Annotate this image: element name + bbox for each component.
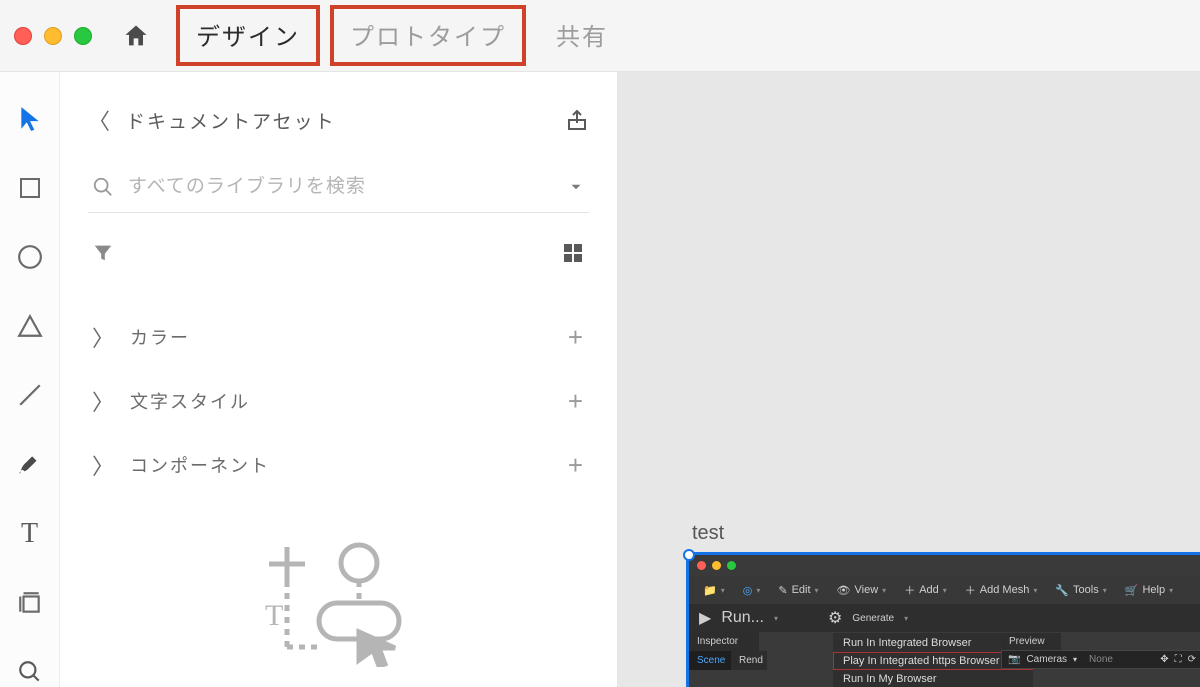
embedded-cameras-label: Cameras [1026, 654, 1067, 665]
section-component[interactable]: 〉コンポーネント + [88, 433, 589, 497]
chevron-down-icon[interactable]: ▾ [904, 614, 908, 623]
close-window-button[interactable] [14, 27, 32, 45]
share-icon[interactable] [565, 108, 589, 132]
home-icon[interactable] [122, 22, 150, 50]
search-icon [92, 176, 114, 198]
select-tool[interactable] [15, 104, 45, 133]
embedded-cameras-none: None [1089, 654, 1113, 665]
embedded-toolbar: 📁▾ ◎▾ ✎ Edit ▾ 👁 View ▾ ＋ Add ▾ ＋ Add Me… [689, 576, 1200, 604]
rectangle-tool[interactable] [15, 173, 45, 202]
search-input[interactable] [128, 176, 567, 198]
embedded-target-menu[interactable]: ◎▾ [735, 584, 769, 597]
chevron-down-icon: ▾ [1073, 655, 1077, 664]
tab-share[interactable]: 共有 [538, 7, 626, 64]
mode-tabs: デザイン プロトタイプ 共有 [178, 7, 626, 64]
minimize-window-button[interactable] [44, 27, 62, 45]
embedded-maximize-icon [727, 561, 736, 570]
tab-prototype[interactable]: プロトタイプ [332, 7, 524, 64]
chevron-right-icon: 〉 [92, 385, 116, 417]
embedded-open-menu[interactable]: 📁▾ [695, 584, 733, 597]
add-text-style-button[interactable]: + [568, 386, 585, 417]
section-text-style[interactable]: 〉文字スタイル + [88, 369, 589, 433]
chevron-right-icon: 〉 [92, 321, 116, 353]
pen-tool[interactable] [15, 450, 45, 479]
chevron-down-icon[interactable] [567, 178, 585, 196]
canvas[interactable]: test 📁▾ ◎▾ ✎ Edit ▾ 👁 View ▾ ＋ Add ▾ ＋ A… [618, 72, 1200, 687]
empty-state-illustration: T [249, 537, 429, 667]
section-component-label: コンポーネント [130, 452, 270, 478]
embedded-inspector-label: Inspector [689, 632, 759, 651]
gear-icon[interactable]: ⚙ [828, 608, 842, 628]
assets-panel: 〈 ドキュメントアセット 〉カラー + 〉文字スタイル + 〉コンポーネント + [60, 72, 618, 687]
artboard-name[interactable]: test [692, 522, 724, 545]
embedded-add-menu[interactable]: ＋ Add ▾ [896, 582, 955, 598]
embedded-edit-menu[interactable]: ✎ Edit ▾ [770, 584, 826, 597]
panel-title: ドキュメントアセット [126, 107, 336, 134]
chevron-right-icon: 〉 [92, 449, 116, 481]
embedded-window-controls [689, 555, 1200, 576]
polygon-tool[interactable] [15, 311, 45, 340]
embedded-add-mesh-menu[interactable]: ＋ Add Mesh ▾ [957, 582, 1046, 598]
tab-design[interactable]: デザイン [178, 7, 318, 64]
embedded-close-icon [697, 561, 706, 570]
selection-handle[interactable] [683, 549, 695, 561]
menu-run-my-browser[interactable]: Run In My Browser [833, 670, 1033, 687]
artboard-test[interactable]: 📁▾ ◎▾ ✎ Edit ▾ 👁 View ▾ ＋ Add ▾ ＋ Add Me… [686, 552, 1200, 687]
play-icon[interactable]: ▶ [699, 608, 711, 628]
embedded-help-menu[interactable]: 🛒 Help ▾ [1117, 584, 1181, 597]
embedded-run-row: ▶ Run... ▾ ⚙ Generate ▾ [689, 604, 1200, 632]
section-color-label: カラー [130, 324, 190, 350]
embedded-minimize-icon [712, 561, 721, 570]
tool-sidebar: T [0, 72, 60, 687]
section-text-style-label: 文字スタイル [130, 388, 250, 414]
zoom-tool[interactable] [15, 658, 45, 687]
camera-icon: 📷 [1008, 654, 1020, 665]
move-icon[interactable]: ✥ [1160, 654, 1168, 665]
embedded-render-tab[interactable]: Rend [731, 651, 767, 670]
embedded-view-menu[interactable]: 👁 View ▾ [829, 584, 895, 597]
text-tool[interactable]: T [15, 519, 45, 549]
ellipse-tool[interactable] [15, 242, 45, 271]
embedded-cameras-row[interactable]: 📷 Cameras ▾ None ✥ ⛶ ⟳ [1001, 650, 1200, 669]
chevron-down-icon[interactable]: ▾ [774, 614, 778, 623]
add-color-button[interactable]: + [568, 322, 585, 353]
title-bar: デザイン プロトタイプ 共有 [0, 0, 1200, 72]
embedded-preview-block: Preview 📷 Cameras ▾ None ✥ ⛶ ⟳ [1001, 633, 1200, 669]
refresh-icon[interactable]: ⟳ [1188, 654, 1196, 665]
embedded-scene-tab[interactable]: Scene [689, 651, 731, 670]
back-chevron-icon[interactable]: 〈 [88, 104, 112, 136]
window-controls [14, 27, 92, 45]
embedded-preview-label: Preview [1001, 633, 1061, 650]
svg-text:T: T [265, 599, 283, 632]
line-tool[interactable] [15, 381, 45, 410]
embedded-tools-menu[interactable]: 🔧 Tools ▾ [1047, 584, 1114, 597]
embedded-run-label[interactable]: Run... [721, 609, 764, 627]
section-color[interactable]: 〉カラー + [88, 305, 589, 369]
embedded-generate-label[interactable]: Generate [852, 613, 894, 624]
artboard-tool[interactable] [15, 589, 45, 618]
search-row [88, 168, 589, 213]
expand-icon[interactable]: ⛶ [1175, 654, 1182, 665]
maximize-window-button[interactable] [74, 27, 92, 45]
add-component-button[interactable]: + [568, 450, 585, 481]
filter-icon[interactable] [92, 242, 114, 264]
grid-view-icon[interactable] [561, 241, 585, 265]
